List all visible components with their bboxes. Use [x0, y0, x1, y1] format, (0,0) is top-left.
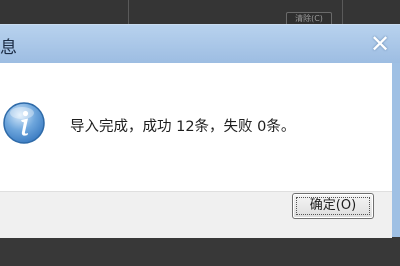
dialog-title: 息: [0, 38, 17, 58]
information-icon: [3, 102, 45, 144]
dialog-title-bar[interactable]: 息 ✕: [0, 25, 400, 63]
dialog-content: 导入完成，成功 12条，失败 0条。: [0, 63, 392, 191]
message-dialog: 息 ✕ 导入完成，成功 12条，失败 0条。 确定(O): [0, 24, 400, 238]
ok-button-label: 确定(O): [309, 198, 357, 213]
background-panel: [0, 236, 400, 266]
ok-button[interactable]: 确定(O): [292, 193, 374, 219]
close-icon[interactable]: ✕: [370, 32, 390, 56]
dialog-message: 导入完成，成功 12条，失败 0条。: [70, 119, 296, 135]
